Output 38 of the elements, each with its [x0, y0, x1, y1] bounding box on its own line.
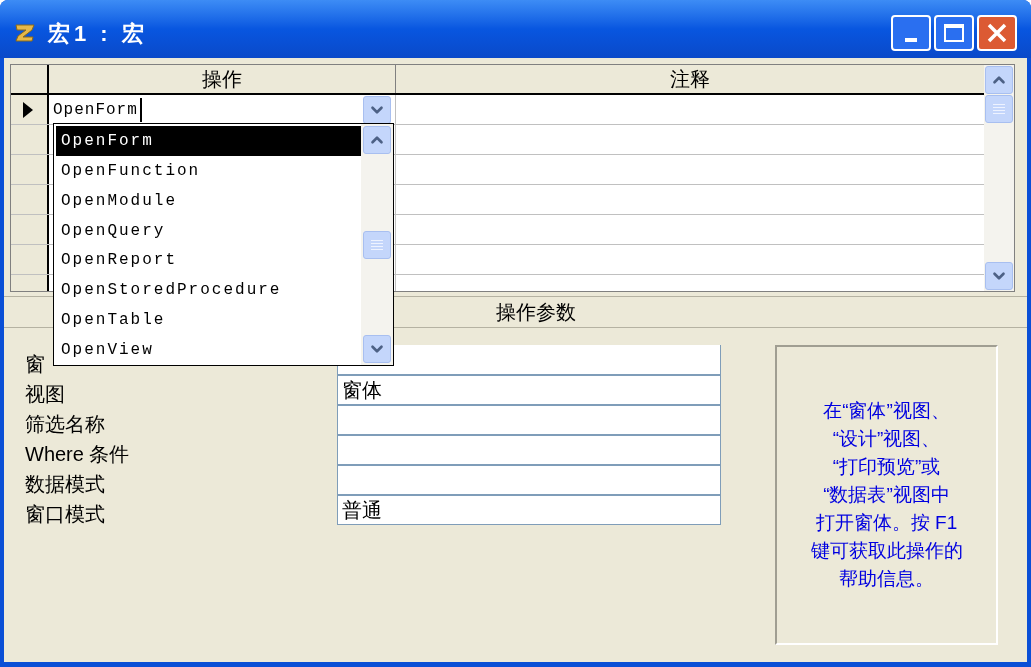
close-button[interactable] [977, 15, 1017, 51]
scroll-thumb[interactable] [985, 95, 1013, 123]
parameter-field[interactable]: 窗体 [337, 375, 721, 405]
parameter-field[interactable] [337, 465, 721, 495]
row-selector[interactable] [11, 245, 49, 274]
row-selector[interactable] [11, 215, 49, 244]
scroll-up-button[interactable] [985, 66, 1013, 94]
window-title: 宏1 : 宏 [48, 19, 148, 48]
parameter-label: 数据模式 [25, 473, 105, 495]
parameter-field[interactable] [337, 435, 721, 465]
current-row-icon [23, 101, 33, 118]
macro-icon [14, 23, 36, 43]
row-selector[interactable] [11, 185, 49, 214]
parameter-label: 筛选名称 [25, 413, 105, 435]
parameter-field[interactable]: 普通 [337, 495, 721, 525]
minimize-button[interactable] [891, 15, 931, 51]
row-selector[interactable] [11, 125, 49, 154]
column-header: 操作 [49, 65, 396, 93]
parameter-label: 窗 [25, 353, 45, 375]
parameter-label: Where 条件 [25, 443, 130, 465]
row-selector[interactable] [11, 95, 49, 124]
dropdown-button[interactable] [363, 95, 391, 124]
scroll-thumb[interactable] [363, 230, 391, 259]
parameter-value: 普通 [342, 498, 382, 523]
column-header: 注释 [669, 67, 711, 92]
maximize-button[interactable] [934, 15, 974, 51]
close-icon [986, 22, 1008, 44]
dropdown-item[interactable]: OpenForm [56, 126, 361, 156]
row-selector[interactable] [11, 155, 49, 184]
scroll-down-button[interactable] [363, 335, 391, 363]
parameter-label: 窗口模式 [25, 503, 105, 525]
parameter-label: 视图 [25, 383, 65, 405]
action-value: OpenForm [53, 97, 142, 122]
scroll-down-button[interactable] [985, 262, 1013, 290]
parameter-value: 窗体 [342, 378, 382, 403]
scroll-up-button[interactable] [363, 126, 391, 154]
parameter-field[interactable] [337, 405, 721, 435]
help-text: 在“窗体”视图、 “设计”视图、 “打印预览”或 “数据表”视图中 打开窗体。按 F1 键可获取此操作的 帮助信息。 [810, 399, 963, 591]
